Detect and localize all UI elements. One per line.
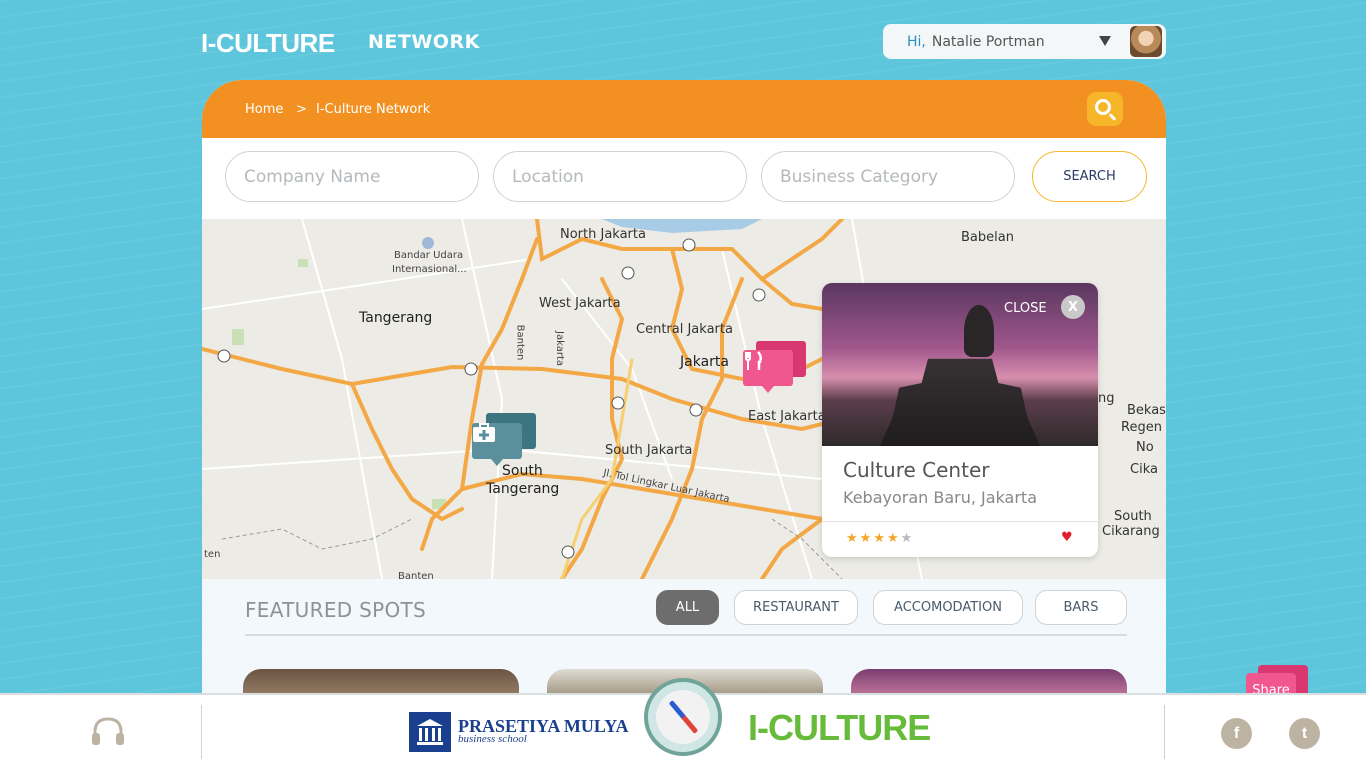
buddha-statue-shape <box>964 305 994 357</box>
star-icon: ★ <box>900 531 915 546</box>
footer-brand: I-CULTURE <box>748 707 931 748</box>
close-icon[interactable]: X <box>1061 295 1085 319</box>
map-label-north-jakarta: North Jakarta <box>560 227 646 242</box>
footer-divider <box>1164 705 1165 759</box>
breadcrumb-current: I-Culture Network <box>316 102 431 117</box>
featured-divider <box>245 634 1127 636</box>
map-label-airport: Bandar Udara <box>394 250 464 261</box>
map-label-banten-road: Banten <box>514 324 526 361</box>
place-photo: CLOSE X <box>822 283 1098 446</box>
rating-stars: ★★★★★ <box>846 531 914 546</box>
map-label-south-jakarta: South Jakarta <box>605 443 693 458</box>
network-title: NETWORK <box>368 31 480 53</box>
main-panel: Home > I-Culture Network SEARCH <box>202 80 1166 710</box>
heart-icon[interactable]: ♥ <box>1061 530 1073 545</box>
place-title[interactable]: Culture Center <box>843 458 989 482</box>
map-label-tangerang: Tangerang <box>359 310 433 326</box>
chevron-down-icon[interactable] <box>1099 36 1111 46</box>
star-icon: ★ <box>886 531 901 546</box>
location-input[interactable] <box>493 151 747 202</box>
map-label-ten: ten <box>204 549 221 560</box>
map-label-babelan: Babelan <box>961 230 1014 245</box>
place-popup-card[interactable]: CLOSE X Culture Center Kebayoran Baru, J… <box>822 283 1098 557</box>
company-name-input[interactable] <box>225 151 479 202</box>
brand-logo[interactable]: I-CULTURE <box>201 28 335 59</box>
headphones-icon[interactable] <box>91 716 125 746</box>
map-label-bekas: Bekas <box>1127 403 1166 418</box>
sponsor-logo-icon <box>409 712 451 752</box>
user-name: Natalie Portman <box>931 33 1045 50</box>
map-label-south-tangerang-1: South <box>502 463 543 479</box>
search-toggle-button[interactable] <box>1087 92 1123 126</box>
fork-knife-icon <box>743 350 793 386</box>
featured-title: FEATURED SPOTS <box>245 598 427 622</box>
search-bar: SEARCH <box>202 138 1166 219</box>
facebook-icon[interactable]: f <box>1221 718 1252 749</box>
map-label-south-tangerang-2: Tangerang <box>486 481 560 497</box>
map-label-cika: Cika <box>1130 462 1158 477</box>
compass-icon[interactable] <box>644 678 722 756</box>
filter-restaurant[interactable]: RESTAURANT <box>734 590 858 625</box>
avatar[interactable] <box>1130 26 1162 57</box>
map-label-no: No <box>1136 440 1154 455</box>
filter-bars[interactable]: BARS <box>1035 590 1127 625</box>
star-icon: ★ <box>846 531 860 546</box>
stupa-shape <box>880 358 1040 446</box>
map-label-south-cikarang-2: Cikarang <box>1102 524 1160 539</box>
map[interactable]: North Jakarta Babelan Bandar Udara Inter… <box>202 219 1166 579</box>
map-label-airport-2: Internasional... <box>392 264 467 275</box>
map-label-west-jakarta: West Jakarta <box>539 296 621 311</box>
sponsor-subtitle: business school <box>458 733 527 745</box>
map-label-jakarta: Jakarta <box>680 354 729 370</box>
medical-kit-icon <box>472 423 522 459</box>
filter-all[interactable]: ALL <box>656 590 719 625</box>
user-menu[interactable]: Hi, Natalie Portman <box>883 24 1166 59</box>
search-button[interactable]: SEARCH <box>1032 151 1147 202</box>
twitter-icon[interactable]: t <box>1289 718 1320 749</box>
map-label-banten-bottom: Banten <box>398 571 434 579</box>
star-icon: ★ <box>873 531 887 546</box>
map-label-east-jakarta: East Jakarta <box>748 409 826 424</box>
map-label-jakarta-road: Jakarta <box>553 331 565 366</box>
footer-divider <box>201 705 202 759</box>
map-label-south-cikarang-1: South <box>1114 509 1152 524</box>
business-category-input[interactable] <box>761 151 1015 202</box>
breadcrumb-bar: Home > I-Culture Network <box>202 80 1166 138</box>
footer-bar: PRASETIYA MULYA business school I-CULTUR… <box>0 678 1366 766</box>
map-label-central-jakarta: Central Jakarta <box>636 322 733 337</box>
map-label-regen: Regen <box>1121 420 1162 435</box>
place-location: Kebayoran Baru, Jakarta <box>843 488 1038 507</box>
map-label-ng: ng <box>1098 391 1115 406</box>
popup-divider <box>822 521 1098 522</box>
user-greeting: Hi, <box>907 33 926 50</box>
close-label[interactable]: CLOSE <box>1004 301 1047 316</box>
filter-accomodation[interactable]: ACCOMODATION <box>873 590 1023 625</box>
breadcrumb-home[interactable]: Home <box>245 102 283 117</box>
search-icon <box>1095 99 1111 115</box>
star-icon: ★ <box>859 531 874 546</box>
breadcrumb-separator: > <box>296 102 307 117</box>
